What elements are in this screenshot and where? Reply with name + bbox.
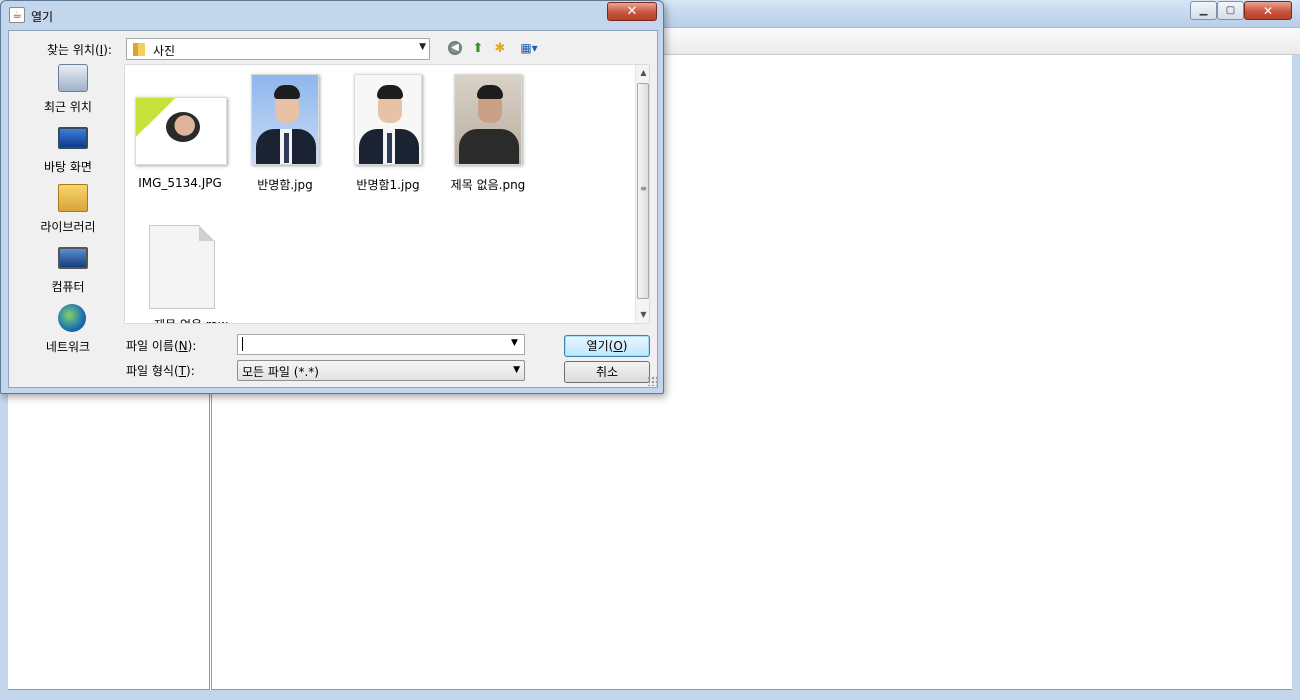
look-in-value: 사진: [153, 44, 176, 58]
computer-icon: [58, 247, 88, 269]
file-name: IMG_5134.JPG: [138, 176, 222, 190]
file-item[interactable]: IMG_5134.JPG: [130, 71, 230, 191]
place-desktop-label: 바탕 화면: [44, 160, 92, 174]
desktop-icon: [58, 127, 88, 149]
file-item[interactable]: 반명함.jpg: [235, 71, 335, 192]
java-app-icon: ☕: [9, 7, 25, 23]
place-computer[interactable]: 컴퓨터: [16, 244, 124, 300]
file-item[interactable]: 제목 없음.png: [438, 71, 538, 192]
file-item[interactable]: 제목 없음.raw: [141, 223, 241, 323]
recent-places-icon: [58, 64, 88, 92]
main-left-panel[interactable]: [8, 392, 210, 690]
dialog-titlebar[interactable]: ☕ 열기 ✕: [1, 1, 663, 30]
file-list[interactable]: IMG_5134.JPG 반명함.jpg 반명함1.jpg 제목 없음.png …: [124, 64, 650, 324]
image-thumbnail: [251, 74, 319, 165]
text-caret: [242, 337, 243, 351]
place-recent-label: 최근 위치: [44, 100, 92, 114]
scrollbar-thumb[interactable]: ≡: [637, 83, 649, 299]
folder-icon: [133, 43, 145, 56]
main-close-button[interactable]: ✕: [1244, 1, 1292, 20]
place-desktop[interactable]: 바탕 화면: [16, 124, 124, 180]
scroll-up-icon[interactable]: ▲: [636, 65, 649, 81]
dialog-body: 찾는 위치(I): 사진 ▼ ◀ ⬆ ✱ ▦▾ 최근 위치 바탕 화면 라이브러…: [8, 30, 658, 388]
dialog-close-button[interactable]: ✕: [607, 2, 657, 21]
look-in-label: 찾는 위치(I):: [47, 43, 112, 57]
up-folder-icon[interactable]: ⬆: [469, 39, 487, 57]
library-icon: [58, 184, 88, 212]
new-folder-icon[interactable]: ✱: [491, 39, 509, 57]
chevron-down-icon[interactable]: ▼: [419, 42, 426, 52]
view-menu-icon[interactable]: ▦▾: [515, 39, 543, 57]
file-name: 반명함.jpg: [257, 178, 313, 192]
resize-grip-icon[interactable]: [647, 376, 657, 386]
place-computer-label: 컴퓨터: [51, 280, 85, 294]
file-name-dropdown-icon[interactable]: ▼: [511, 338, 518, 348]
file-item[interactable]: 반명함1.jpg: [338, 71, 438, 192]
image-thumbnail: [354, 74, 422, 165]
file-name-label: 파일 이름(N):: [126, 339, 197, 353]
main-bottom-frame: [0, 690, 1300, 700]
places-sidebar: 최근 위치 바탕 화면 라이브러리 컴퓨터 네트워크: [16, 64, 124, 384]
file-name: 제목 없음.raw: [131, 316, 251, 323]
chevron-down-icon[interactable]: ▼: [513, 365, 520, 375]
file-type-value: 모든 파일 (*.*): [242, 365, 319, 379]
open-file-dialog: ☕ 열기 ✕ 찾는 위치(I): 사진 ▼ ◀ ⬆ ✱ ▦▾ 최근 위치 바탕 …: [0, 0, 664, 394]
place-network-label: 네트워크: [45, 340, 91, 354]
network-icon: [58, 304, 86, 332]
scroll-down-icon[interactable]: ▼: [636, 307, 649, 323]
maximize-button[interactable]: ▢: [1217, 1, 1244, 20]
dialog-title: 열기: [31, 10, 54, 24]
place-recent[interactable]: 최근 위치: [16, 64, 124, 120]
image-thumbnail: [135, 97, 227, 165]
main-frame-right: [1292, 55, 1300, 700]
file-name-input[interactable]: [237, 334, 525, 355]
minimize-button[interactable]: ▁: [1190, 1, 1217, 20]
cancel-button[interactable]: 취소: [564, 361, 650, 383]
place-network[interactable]: 네트워크: [16, 304, 124, 360]
blank-file-icon: [149, 225, 215, 309]
image-thumbnail: [454, 74, 522, 165]
file-list-scrollbar[interactable]: ▲ ≡ ▼: [635, 65, 649, 323]
back-icon[interactable]: ◀: [446, 39, 464, 57]
place-library-label: 라이브러리: [40, 220, 96, 234]
file-name: 제목 없음.png: [450, 178, 526, 192]
file-type-select[interactable]: 모든 파일 (*.*) ▼: [237, 360, 525, 381]
open-button[interactable]: 열기(O): [564, 335, 650, 357]
place-library[interactable]: 라이브러리: [16, 184, 124, 240]
file-type-label: 파일 형식(T):: [126, 364, 195, 378]
look-in-combo[interactable]: 사진 ▼: [126, 38, 430, 60]
